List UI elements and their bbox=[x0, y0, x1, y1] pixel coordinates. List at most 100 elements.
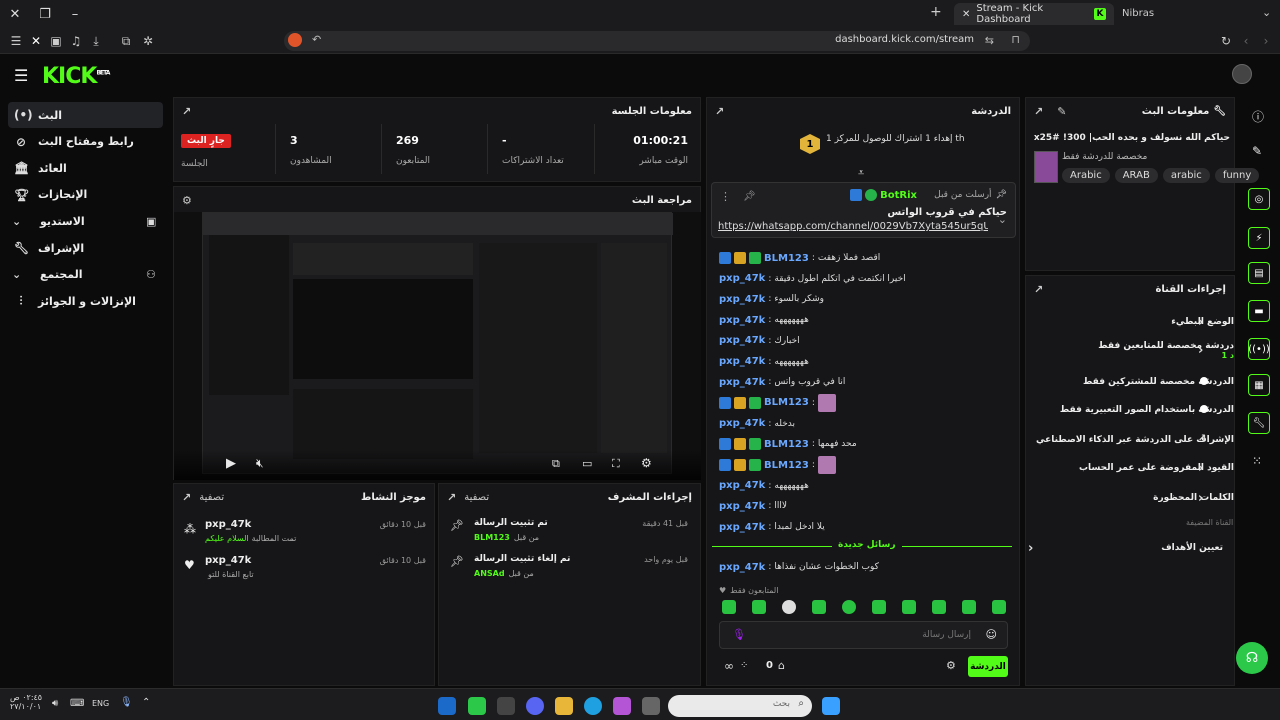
menu-icon[interactable]: ☰ bbox=[8, 33, 24, 49]
network-icon[interactable]: ⌨ bbox=[70, 698, 84, 709]
emote-icon[interactable] bbox=[812, 600, 826, 614]
fullscreen-icon[interactable]: ⛶ bbox=[612, 457, 620, 471]
rail-broadcast-icon[interactable]: ((•)) bbox=[1248, 338, 1270, 360]
theater-icon[interactable]: ▭ bbox=[582, 457, 592, 470]
pinned-link[interactable]: https://whatsapp.com/channel/0029Vb7Xyta… bbox=[718, 221, 988, 232]
play-icon[interactable]: ▶ bbox=[226, 456, 236, 471]
stream-video[interactable]: ▶ 🔇︎ ⧉ ▭ ⛶ ⚙ bbox=[174, 212, 701, 480]
chat-username[interactable]: pxp_47k bbox=[719, 522, 765, 533]
pencil-icon[interactable]: ✎ bbox=[1252, 144, 1262, 158]
edge-icon[interactable] bbox=[584, 697, 602, 715]
emote-icon[interactable] bbox=[872, 600, 886, 614]
sidebar-item-0[interactable]: البث (•) bbox=[8, 102, 163, 128]
sub-goal[interactable]: 1 إهداء 1 اشتراك للوصول للمركز 1 th bbox=[800, 134, 965, 154]
channel-action-row[interactable]: الوضع البطيء › bbox=[1028, 310, 1234, 334]
expand-icon[interactable]: ↗ bbox=[182, 491, 191, 504]
expand-icon[interactable]: ↗ bbox=[1034, 105, 1043, 118]
clock[interactable]: ٠٢:٤٥ ص ٢٧/١٠/٠١ bbox=[10, 693, 42, 711]
chat-username[interactable]: pxp_47k bbox=[719, 377, 765, 388]
rail-layout-icon[interactable]: ▦ bbox=[1248, 374, 1270, 396]
screenshot-icon[interactable]: ⧉ bbox=[118, 33, 134, 49]
emote-icon[interactable] bbox=[902, 600, 916, 614]
chat-username[interactable]: BLM123 bbox=[764, 253, 809, 264]
rail-camera-icon[interactable]: ◎ bbox=[1248, 188, 1270, 210]
taskbar-search[interactable]: بحث ⌕ bbox=[668, 695, 812, 717]
category-name[interactable]: مخصصة للدردشة فقط bbox=[1062, 152, 1147, 162]
file-explorer-icon[interactable] bbox=[555, 697, 573, 715]
tray-overflow-icon[interactable]: ⌃ bbox=[142, 697, 150, 708]
pip-icon[interactable]: ⧉ bbox=[552, 457, 560, 471]
close-tab-icon[interactable]: ✕ bbox=[962, 9, 970, 20]
new-tab-icon[interactable]: + bbox=[930, 4, 942, 20]
emote-icon[interactable] bbox=[782, 600, 796, 614]
hamburger-icon[interactable]: ☰ bbox=[14, 66, 28, 85]
microphone-icon[interactable]: 🎙︎ bbox=[732, 628, 746, 641]
sidebar-toggle-icon[interactable]: ▣ bbox=[48, 33, 64, 49]
emote-icon[interactable] bbox=[992, 600, 1006, 614]
channel-action-row[interactable]: القيود المفروضة على عمر الحساب › bbox=[1028, 456, 1234, 480]
preview-settings-icon[interactable]: ⚙ bbox=[182, 194, 192, 207]
sidebar-item-5[interactable]: الإشراف 🔧︎ bbox=[8, 235, 163, 261]
channel-action-row[interactable]: الكلمات المحظورة › bbox=[1028, 486, 1234, 510]
kick-logo[interactable]: KICKBETA bbox=[42, 64, 110, 89]
sidebar-item-2[interactable]: العائد 🏛︎ bbox=[8, 155, 163, 181]
channel-action-row[interactable]: الإشراف على الدردشة عبر الذكاء الاصطناعي… bbox=[1028, 428, 1234, 452]
channel-action-goals[interactable]: › تعيين الأهداف bbox=[1028, 536, 1223, 560]
chat-username[interactable]: pxp_47k bbox=[719, 480, 765, 491]
chat-username[interactable]: BLM123 bbox=[764, 439, 809, 450]
copilot-icon[interactable] bbox=[613, 697, 631, 715]
mod-action-user[interactable]: BLM123 bbox=[474, 533, 510, 542]
settings-icon[interactable]: ⚙ bbox=[641, 456, 652, 470]
edit-icon[interactable]: ✎ bbox=[1057, 105, 1066, 118]
category-thumbnail[interactable] bbox=[1034, 151, 1058, 183]
support-chat-icon[interactable]: ☊ bbox=[1236, 642, 1268, 674]
shield-icon[interactable] bbox=[288, 33, 302, 47]
share-icon[interactable]: ⇆ bbox=[985, 34, 994, 47]
unpin-icon[interactable]: 📌︎ bbox=[743, 191, 756, 202]
chat-username[interactable]: BLM123 bbox=[764, 397, 809, 408]
more-options-icon[interactable]: ⋮ bbox=[720, 190, 731, 203]
emote-icon[interactable] bbox=[752, 600, 766, 614]
back-arrow-icon[interactable]: ↶ bbox=[312, 33, 321, 46]
avatar[interactable] bbox=[1232, 64, 1252, 84]
whatsapp-icon[interactable] bbox=[468, 697, 486, 715]
channel-action-row[interactable]: الدردشة مخصصة للمشتركين فقط bbox=[1028, 370, 1234, 394]
sidebar-item-7[interactable]: الإنزالات و الجوائز ⫶ bbox=[8, 288, 163, 314]
expand-icon[interactable]: ↗ bbox=[447, 491, 456, 504]
activity-user[interactable]: pxp_47k bbox=[205, 555, 251, 566]
reload-icon[interactable]: ↻ bbox=[1218, 33, 1234, 49]
rail-wrench-icon[interactable]: 🔧︎ bbox=[1248, 412, 1270, 434]
gift-icon[interactable]: ⌂ bbox=[778, 659, 785, 672]
music-icon[interactable]: ♫ bbox=[68, 33, 84, 49]
rail-document-icon[interactable]: ▤ bbox=[1248, 262, 1270, 284]
expand-icon[interactable]: ↗ bbox=[182, 105, 191, 118]
bookmark-icon[interactable]: ⊓ bbox=[1011, 33, 1020, 46]
sidebar-item-6[interactable]: ⌄⚇المجتمع⚇ bbox=[8, 262, 163, 288]
mic-tray-icon[interactable]: 🎙︎ bbox=[120, 697, 133, 708]
rail-chat-icon[interactable]: ▬ bbox=[1248, 300, 1270, 322]
pinned-username[interactable]: BotRix bbox=[880, 190, 917, 201]
mute-icon[interactable]: 🔇︎ bbox=[256, 456, 264, 471]
steam-icon[interactable] bbox=[438, 697, 456, 715]
expand-icon[interactable]: ↗ bbox=[1034, 283, 1043, 296]
chat-input[interactable]: 🎙︎ إرسال رسالة ☺ bbox=[719, 621, 1008, 649]
chat-username[interactable]: pxp_47k bbox=[719, 501, 765, 512]
tab-kick-dashboard[interactable]: ✕ Stream - Kick Dashboard K bbox=[954, 3, 1114, 25]
users-icon[interactable]: ⁘ bbox=[740, 660, 748, 671]
chat-username[interactable]: pxp_47k bbox=[719, 418, 765, 429]
activity-user[interactable]: pxp_47k bbox=[205, 519, 251, 530]
browser-taskbar-icon[interactable] bbox=[497, 697, 515, 715]
restore-window-icon[interactable]: ❐ bbox=[30, 0, 60, 28]
forward-icon[interactable]: › bbox=[1258, 33, 1274, 49]
channel-action-row[interactable]: الدردشة باستخدام الصور التعبيرية فقط bbox=[1028, 398, 1234, 422]
volume-icon[interactable]: 🔊︎ bbox=[52, 698, 58, 709]
download-icon[interactable]: ⤓ bbox=[88, 33, 104, 49]
expand-pinned-icon[interactable]: ⌄ bbox=[998, 213, 1007, 226]
back-icon[interactable]: ‹ bbox=[1238, 33, 1254, 49]
emote-icon[interactable] bbox=[722, 600, 736, 614]
discord-icon[interactable] bbox=[526, 697, 544, 715]
channel-action-row[interactable]: دردشة مخصصة للمتابعين فقط 1 د › bbox=[1028, 338, 1234, 362]
language-indicator[interactable]: ENG bbox=[92, 699, 109, 708]
filter-button[interactable]: تصفية bbox=[464, 492, 489, 503]
window-icon[interactable] bbox=[642, 697, 660, 715]
